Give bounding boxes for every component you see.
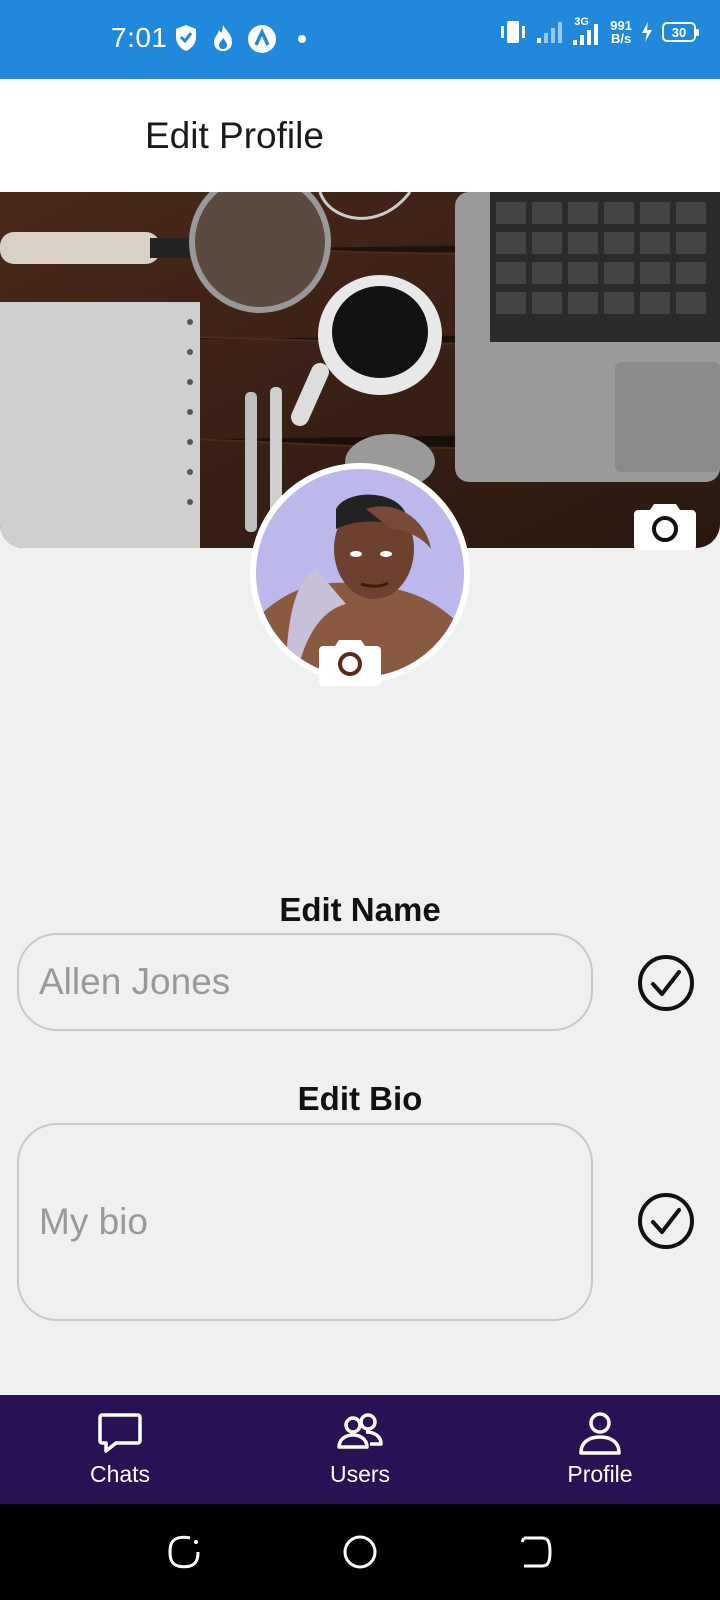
recents-icon[interactable]	[166, 1534, 202, 1570]
app-header: Edit Profile	[0, 79, 720, 192]
cover-camera-icon[interactable]	[634, 500, 696, 550]
battery-icon: 30	[662, 22, 699, 42]
back-icon[interactable]	[518, 1534, 554, 1570]
charging-icon	[642, 22, 652, 42]
status-bar: 7:01 3G 991 B/s 30	[0, 0, 720, 79]
home-icon[interactable]	[342, 1534, 378, 1570]
signal-3g-icon: 3G	[572, 16, 602, 46]
name-input-value: Allen Jones	[39, 961, 231, 1002]
nav-label-users: Users	[329, 1461, 391, 1487]
nav-item-chats[interactable]: Chats	[0, 1395, 240, 1504]
nav-item-users[interactable]: Users	[240, 1395, 480, 1504]
status-time: 7:01	[111, 22, 168, 53]
nav-label-profile: Profile	[567, 1461, 633, 1487]
net-speed: 991 B/s	[610, 18, 632, 46]
system-navigation-bar	[0, 1504, 720, 1600]
chat-bubble-icon	[98, 1413, 142, 1453]
confirm-bio-check-icon[interactable]	[637, 1192, 695, 1250]
nav-item-profile[interactable]: Profile	[480, 1395, 720, 1504]
nav-label-chats: Chats	[89, 1461, 151, 1487]
avatar-camera-icon[interactable]	[319, 636, 381, 686]
user-icon	[579, 1412, 621, 1455]
confirm-name-check-icon[interactable]	[637, 954, 695, 1012]
edit-name-label: Edit Name	[279, 891, 441, 928]
name-input[interactable]: Allen Jones	[17, 933, 593, 1031]
app-a-icon	[248, 25, 276, 53]
dot-icon	[298, 35, 306, 43]
signal-icon	[537, 22, 563, 43]
bio-input-value: My bio	[39, 1201, 148, 1242]
vibrate-icon	[501, 21, 526, 43]
page-title: Edit Profile	[145, 115, 324, 156]
bottom-navigation: Chats Users Profile	[0, 1395, 720, 1504]
users-icon	[337, 1413, 383, 1449]
status-right-group: 3G 991 B/s 30	[498, 16, 699, 46]
flame-icon	[214, 25, 232, 51]
bio-input[interactable]: My bio	[17, 1123, 593, 1321]
edit-bio-label: Edit Bio	[297, 1080, 423, 1117]
shield-icon	[176, 25, 196, 51]
